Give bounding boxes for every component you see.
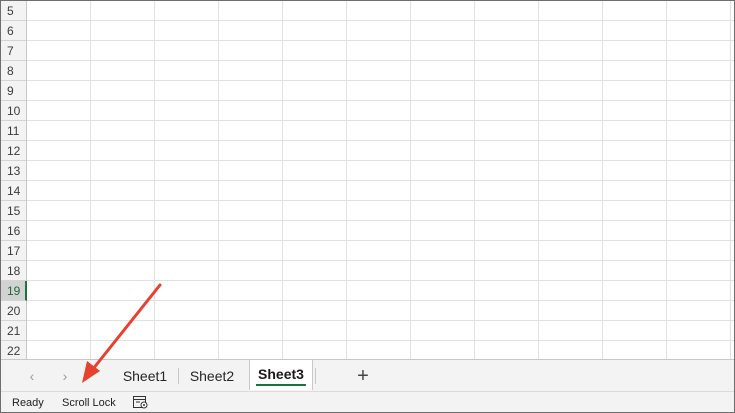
gridline (602, 1, 603, 359)
gridline (90, 1, 91, 359)
row-header[interactable]: 5 (1, 1, 26, 21)
row-header[interactable]: 12 (1, 141, 26, 161)
gridline (218, 1, 219, 359)
gridline (27, 340, 734, 341)
chevron-left-icon[interactable]: ‹ (23, 366, 41, 386)
gridline (666, 1, 667, 359)
sheet-tab-sheet2[interactable]: Sheet2 (181, 362, 243, 390)
cell-area[interactable] (27, 1, 734, 359)
row-header[interactable]: 8 (1, 61, 26, 81)
status-scroll-lock[interactable]: Scroll Lock (62, 392, 116, 412)
gridline (27, 260, 734, 261)
row-header-selected[interactable]: 19 (1, 281, 27, 301)
active-tab-underline (256, 384, 306, 386)
row-header[interactable]: 11 (1, 121, 26, 141)
gridline (27, 180, 734, 181)
gridline (474, 1, 475, 359)
gridline (27, 220, 734, 221)
row-header[interactable]: 9 (1, 81, 26, 101)
gridline (410, 1, 411, 359)
gridline (730, 1, 731, 359)
row-header[interactable]: 18 (1, 261, 26, 281)
row-header[interactable]: 7 (1, 41, 26, 61)
gridline (282, 1, 283, 359)
gridline (27, 320, 734, 321)
row-header[interactable]: 22 (1, 341, 26, 359)
chevron-right-icon[interactable]: › (56, 366, 74, 386)
row-header[interactable]: 6 (1, 21, 26, 41)
gridline (27, 140, 734, 141)
gridline (538, 1, 539, 359)
tab-divider (178, 368, 179, 384)
gridline (27, 240, 734, 241)
gridline (27, 200, 734, 201)
sheet-tab-bar: ‹ › Sheet1 Sheet2 Sheet3 + (1, 359, 734, 392)
row-header[interactable]: 17 (1, 241, 26, 261)
row-header[interactable]: 15 (1, 201, 26, 221)
gridline (27, 280, 734, 281)
row-header[interactable]: 10 (1, 101, 26, 121)
row-header[interactable]: 20 (1, 301, 26, 321)
gridline (346, 1, 347, 359)
status-ready: Ready (12, 397, 44, 409)
gridline (27, 160, 734, 161)
gridline (27, 300, 734, 301)
sheet-tab-sheet1[interactable]: Sheet1 (114, 362, 176, 390)
gridline (27, 80, 734, 81)
page-settings-icon[interactable] (133, 396, 149, 410)
worksheet-grid: 5 6 7 8 9 10 11 12 13 14 15 16 17 18 19 … (1, 1, 734, 359)
sheet-tab-sheet3[interactable]: Sheet3 (249, 360, 313, 390)
tab-divider (315, 368, 316, 384)
add-sheet-button[interactable]: + (351, 364, 375, 388)
gridline (27, 100, 734, 101)
row-header[interactable]: 14 (1, 181, 26, 201)
gridline (27, 120, 734, 121)
sheet-tab-label: Sheet3 (258, 366, 304, 382)
row-header[interactable]: 21 (1, 321, 26, 341)
status-bar: Ready Scroll Lock (1, 391, 734, 412)
gridline (154, 1, 155, 359)
gridline (27, 60, 734, 61)
row-header[interactable]: 16 (1, 221, 26, 241)
excel-window: 5 6 7 8 9 10 11 12 13 14 15 16 17 18 19 … (0, 0, 735, 413)
row-header[interactable]: 13 (1, 161, 26, 181)
gridline (27, 20, 734, 21)
row-headers: 5 6 7 8 9 10 11 12 13 14 15 16 17 18 19 … (1, 1, 27, 359)
gridline (27, 40, 734, 41)
